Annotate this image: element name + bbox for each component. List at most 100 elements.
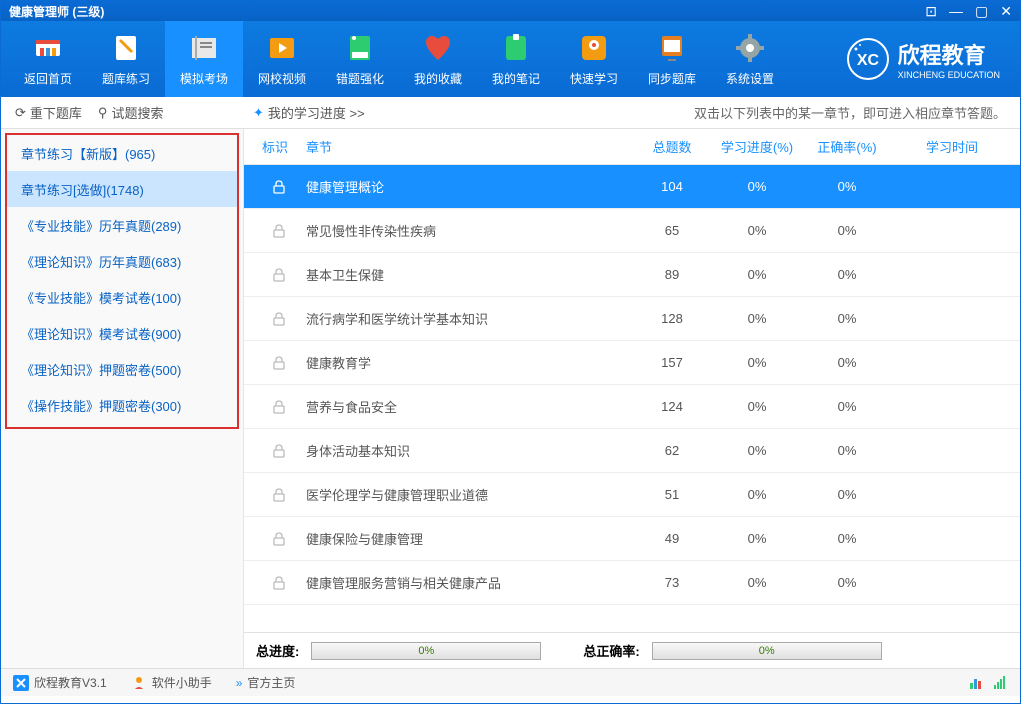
- maximize-icon[interactable]: ▢: [975, 3, 988, 20]
- table-row[interactable]: 健康保险与健康管理490%0%: [244, 517, 1020, 561]
- cell-progress: 0%: [712, 531, 802, 546]
- notes-icon: [500, 32, 532, 64]
- sidebar: 章节练习【新版】(965) 章节练习[选做](1748) 《专业技能》历年真题(…: [1, 129, 244, 668]
- minimize-icon[interactable]: —: [949, 3, 963, 20]
- pin-icon: ✦: [253, 105, 264, 121]
- hint-text: 双击以下列表中的某一章节，即可进入相应章节答题。: [694, 103, 1006, 122]
- brand-logo: XC 欣程教育 XINCHENG EDUCATION: [846, 37, 1000, 81]
- practice-icon: [110, 32, 142, 64]
- toolbar-exam[interactable]: 模拟考场: [165, 21, 243, 97]
- th-accuracy: 正确率(%): [802, 137, 892, 156]
- table-row[interactable]: 营养与食品安全1240%0%: [244, 385, 1020, 429]
- sub-toolbar: ⟳ 重下题库 ⚲ 试题搜索 ✦ 我的学习进度 >> 双击以下列表中的某一章节，即…: [1, 97, 1020, 129]
- sidebar-item[interactable]: 章节练习【新版】(965): [7, 135, 237, 171]
- logo-icon: XC: [846, 37, 890, 81]
- cell-chapter: 健康管理概论: [296, 177, 632, 196]
- table-row[interactable]: 流行病学和医学统计学基本知识1280%0%: [244, 297, 1020, 341]
- cell-total: 124: [632, 399, 712, 414]
- th-sign: 标识: [252, 137, 296, 156]
- my-progress[interactable]: ✦ 我的学习进度 >>: [253, 103, 365, 122]
- table-row[interactable]: 健康教育学1570%0%: [244, 341, 1020, 385]
- status-app[interactable]: 欣程教育V3.1: [13, 674, 107, 691]
- cell-chapter: 医学伦理学与健康管理职业道德: [296, 485, 632, 504]
- lock-icon: [252, 575, 296, 591]
- sidebar-item[interactable]: 章节练习[选做](1748): [7, 171, 237, 207]
- table-body: 健康管理概论1040%0%常见慢性非传染性疾病650%0%基本卫生保健890%0…: [244, 165, 1020, 632]
- sync-icon: [656, 32, 688, 64]
- refresh-icon: ⟳: [15, 105, 26, 121]
- summary-bar: 总进度: 0% 总正确率: 0%: [244, 632, 1020, 668]
- lock-icon: [252, 531, 296, 547]
- table-row[interactable]: 健康管理概论1040%0%: [244, 165, 1020, 209]
- cell-progress: 0%: [712, 443, 802, 458]
- toolbar-errors[interactable]: 错题强化: [321, 21, 399, 97]
- exam-icon: [188, 32, 220, 64]
- cell-total: 128: [632, 311, 712, 326]
- table-row[interactable]: 身体活动基本知识620%0%: [244, 429, 1020, 473]
- cell-chapter: 身体活动基本知识: [296, 441, 632, 460]
- cell-progress: 0%: [712, 267, 802, 282]
- th-time: 学习时间: [892, 137, 1012, 156]
- cell-progress: 0%: [712, 487, 802, 502]
- table-header: 标识 章节 总题数 学习进度(%) 正确率(%) 学习时间: [244, 129, 1020, 165]
- sidebar-item[interactable]: 《专业技能》模考试卷(100): [7, 279, 237, 315]
- main-toolbar: 返回首页 题库练习 模拟考场 网校视频 错题强化 我的收藏 我的笔记 快速学习 …: [1, 21, 1020, 97]
- favorite-icon: [422, 32, 454, 64]
- toolbar-home[interactable]: 返回首页: [9, 21, 87, 97]
- sidebar-item[interactable]: 《理论知识》押题密卷(500): [7, 351, 237, 387]
- cell-total: 89: [632, 267, 712, 282]
- cell-total: 51: [632, 487, 712, 502]
- cell-accuracy: 0%: [802, 267, 892, 282]
- cell-chapter: 健康教育学: [296, 353, 632, 372]
- lock-icon: [252, 399, 296, 415]
- status-homepage[interactable]: » 官方主页: [236, 674, 296, 691]
- toolbar-favorite[interactable]: 我的收藏: [399, 21, 477, 97]
- quick-icon: [578, 32, 610, 64]
- toolbar-video[interactable]: 网校视频: [243, 21, 321, 97]
- table-row[interactable]: 基本卫生保健890%0%: [244, 253, 1020, 297]
- search-icon: ⚲: [98, 105, 108, 121]
- total-accuracy-label: 总正确率:: [583, 641, 639, 660]
- cell-total: 157: [632, 355, 712, 370]
- chevron-icon: »: [236, 676, 243, 690]
- table-row[interactable]: 医学伦理学与健康管理职业道德510%0%: [244, 473, 1020, 517]
- table-row[interactable]: 健康管理服务营销与相关健康产品730%0%: [244, 561, 1020, 605]
- sidebar-item[interactable]: 《专业技能》历年真题(289): [7, 207, 237, 243]
- toolbar-settings[interactable]: 系统设置: [711, 21, 789, 97]
- signal-icon[interactable]: [992, 675, 1008, 691]
- cell-accuracy: 0%: [802, 179, 892, 194]
- sidebar-item[interactable]: 《操作技能》押题密卷(300): [7, 387, 237, 423]
- cell-accuracy: 0%: [802, 531, 892, 546]
- toolbar-quick[interactable]: 快速学习: [555, 21, 633, 97]
- table-row[interactable]: 常见慢性非传染性疾病650%0%: [244, 209, 1020, 253]
- lock-icon: [252, 487, 296, 503]
- cell-accuracy: 0%: [802, 311, 892, 326]
- chart-icon[interactable]: [968, 675, 984, 691]
- lock-icon: [252, 223, 296, 239]
- cell-total: 104: [632, 179, 712, 194]
- cell-accuracy: 0%: [802, 575, 892, 590]
- home-icon: [32, 32, 64, 64]
- helper-icon: [131, 675, 147, 691]
- status-helper[interactable]: 软件小助手: [131, 674, 212, 691]
- close-icon[interactable]: ✕: [1000, 3, 1012, 20]
- toolbar-sync[interactable]: 同步题库: [633, 21, 711, 97]
- reload-questions[interactable]: ⟳ 重下题库: [15, 103, 82, 122]
- search-questions[interactable]: ⚲ 试题搜索: [98, 103, 164, 122]
- sidebar-item[interactable]: 《理论知识》历年真题(683): [7, 243, 237, 279]
- app-title: 健康管理师 (三级): [9, 3, 104, 20]
- sidebar-item[interactable]: 《理论知识》模考试卷(900): [7, 315, 237, 351]
- toolbar-practice[interactable]: 题库练习: [87, 21, 165, 97]
- cell-progress: 0%: [712, 355, 802, 370]
- toolbar-notes[interactable]: 我的笔记: [477, 21, 555, 97]
- total-progress-bar: 0%: [311, 642, 541, 660]
- svg-text:XC: XC: [857, 52, 880, 69]
- lock-icon: [252, 311, 296, 327]
- lock-icon: [252, 179, 296, 195]
- cell-progress: 0%: [712, 223, 802, 238]
- cell-chapter: 常见慢性非传染性疾病: [296, 221, 632, 240]
- pin-icon[interactable]: ⊡: [925, 3, 937, 20]
- th-total: 总题数: [632, 137, 712, 156]
- sidebar-list: 章节练习【新版】(965) 章节练习[选做](1748) 《专业技能》历年真题(…: [5, 133, 239, 429]
- cell-chapter: 流行病学和医学统计学基本知识: [296, 309, 632, 328]
